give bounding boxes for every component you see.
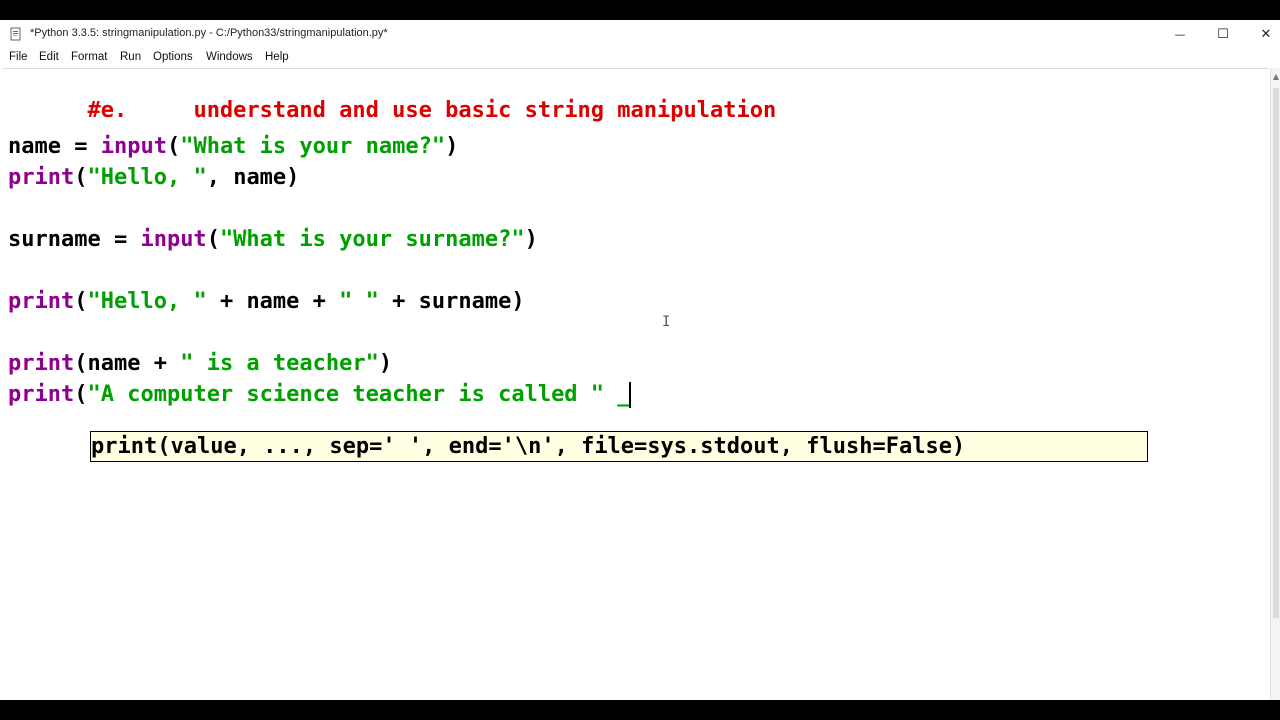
- menu-windows[interactable]: Windows: [206, 51, 253, 63]
- vertical-scrollbar[interactable]: ▲: [1270, 68, 1280, 700]
- top-letterbox: [0, 0, 1280, 20]
- keyword-print: print: [8, 382, 75, 407]
- scroll-up-icon[interactable]: ▲: [1271, 72, 1280, 81]
- python-file-icon: [10, 27, 21, 41]
- keyword-input: input: [140, 227, 207, 252]
- code-text: surname =: [8, 227, 141, 252]
- maximize-icon: ☐: [1217, 26, 1229, 42]
- code-line-2: name = input("What is your name?"): [8, 134, 458, 160]
- close-icon: ✕: [1260, 26, 1272, 42]
- string-literal: "A computer science teacher is called " …: [87, 382, 631, 407]
- keyword-print: print: [8, 351, 75, 376]
- code-text: ): [445, 134, 459, 159]
- string-literal: "Hello, ": [87, 289, 207, 314]
- ibeam-cursor-icon: I: [662, 314, 671, 330]
- scroll-thumb[interactable]: [1273, 88, 1279, 618]
- code-text: (: [74, 289, 88, 314]
- code-text: + surname): [378, 289, 525, 314]
- code-text: (: [206, 227, 220, 252]
- code-text: ): [378, 351, 393, 376]
- code-line-6: print(name + " is a teacher"): [8, 351, 392, 377]
- string-literal: "What is your surname?": [219, 227, 525, 252]
- code-line-3: print("Hello, ", name): [8, 165, 299, 191]
- minimize-icon: —: [1174, 27, 1186, 41]
- code-line-4: surname = input("What is your surname?"): [8, 227, 538, 253]
- code-text: (: [74, 382, 88, 407]
- code-text: (: [166, 134, 181, 159]
- code-text: (: [74, 165, 88, 190]
- calltip-text: print(value, ..., sep=' ', end='\n', fil…: [91, 434, 966, 459]
- keyword-print: print: [8, 289, 75, 314]
- close-button[interactable]: ✕: [1244, 20, 1280, 48]
- bottom-letterbox: [0, 700, 1280, 720]
- string-literal: " is a teacher": [180, 351, 379, 376]
- menu-file[interactable]: File: [9, 51, 28, 63]
- menu-format[interactable]: Format: [71, 51, 107, 63]
- text-cursor: [628, 382, 631, 408]
- code-text: name =: [8, 134, 101, 159]
- code-editor[interactable]: #e. understand and use basic string mani…: [3, 68, 1268, 701]
- code-text: ): [524, 227, 538, 252]
- menu-run[interactable]: Run: [120, 51, 141, 63]
- string-literal: "What is your name?": [180, 134, 446, 159]
- window-title: *Python 3.3.5: stringmanipulation.py - C…: [30, 27, 388, 39]
- string-literal: "Hello, ": [87, 165, 207, 190]
- menu-help[interactable]: Help: [265, 51, 289, 63]
- minimize-button[interactable]: —: [1158, 20, 1202, 48]
- keyword-print: print: [8, 165, 75, 190]
- maximize-button[interactable]: ☐: [1201, 20, 1245, 48]
- calltip-tooltip: print(value, ..., sep=' ', end='\n', fil…: [90, 431, 1148, 462]
- code-text: + name +: [206, 289, 340, 314]
- title-bar[interactable]: *Python 3.3.5: stringmanipulation.py - C…: [0, 20, 1280, 48]
- code-line-5: print("Hello, " + name + " " + surname): [8, 289, 525, 315]
- code-text: , name): [206, 165, 300, 190]
- comment-text: #e. understand and use basic string mani…: [87, 98, 777, 123]
- keyword-input: input: [100, 134, 167, 159]
- code-line-7: print("A computer science teacher is cal…: [8, 382, 631, 408]
- menu-edit[interactable]: Edit: [39, 51, 59, 63]
- string-literal: " ": [339, 289, 379, 314]
- code-text: (name +: [74, 351, 181, 376]
- idle-editor-window: *Python 3.3.5: stringmanipulation.py - C…: [0, 20, 1280, 701]
- menu-options[interactable]: Options: [153, 51, 193, 63]
- menu-bar: File Edit Format Run Options Windows Hel…: [0, 48, 1280, 68]
